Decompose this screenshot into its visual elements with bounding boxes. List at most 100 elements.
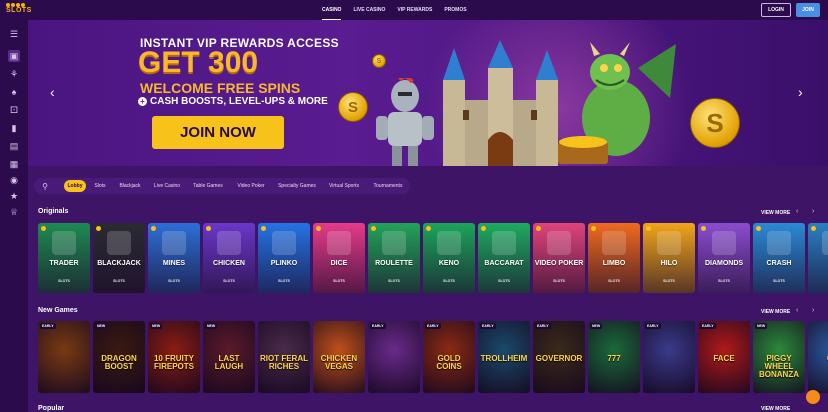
filter-blackjack[interactable]: Blackjack [114,180,146,192]
game-name: CRASH [766,260,792,267]
new-game-tile[interactable]: NEW 10 FRUITY FIREPOTS [148,321,200,393]
crown-icon[interactable]: ♕ [8,206,20,218]
hero-prev-arrow[interactable]: ‹ [50,84,55,100]
new-game-tile[interactable]: EARLY FACE [698,321,750,393]
game-name: DIAMONDS [704,260,744,267]
original-game-tile[interactable]: ROULETTE SLOTS [368,223,420,293]
game-brand: SLOTS [808,279,828,283]
new-game-tile[interactable]: EARLY GOLD COINS [423,321,475,393]
spade-icon[interactable]: ♠ [8,86,20,98]
logo-text: SLOTS [6,7,32,14]
filter-specialty-games[interactable]: Specialty Games [274,180,320,192]
new-game-tile[interactable]: EARLY TROLLHEIM [478,321,530,393]
game-badge: NEW [150,323,163,329]
game-name: MINES [162,260,186,267]
ticket-icon[interactable]: ▤ [8,140,20,152]
game-name: TRADER [49,260,79,267]
menu-icon[interactable]: ☰ [8,28,20,40]
original-game-tile[interactable]: DIAMONDS SLOTS [698,223,750,293]
game-art-icon [767,231,791,255]
original-game-tile[interactable]: KENO SLOTS [423,223,475,293]
game-badge: EARLY [700,323,716,329]
original-game-tile[interactable]: VIDEO POKER SLOTS [533,223,585,293]
site-logo[interactable]: SLOTS [6,3,32,17]
chevron-right-icon[interactable]: › [812,307,814,314]
filter-table-games[interactable]: Table Games [188,180,228,192]
filter-slots[interactable]: Slots [90,180,110,192]
new-game-tile[interactable]: COI [808,321,828,393]
originals-view-more[interactable]: VIEW MORE [761,210,790,216]
filter-video-poker[interactable]: Video Poker [232,180,270,192]
game-badge: EARLY [480,323,496,329]
game-title: CHICKEN VEGAS [320,354,358,371]
original-game-tile[interactable]: TRADER SLOTS [38,223,90,293]
nav-live-casino[interactable]: LIVE CASINO [353,0,385,20]
dice-icon[interactable]: ⚀ [8,104,20,116]
filter-lobby[interactable]: Lobby [64,180,86,192]
coin-icon [756,226,761,231]
hero-subhead: WELCOME FREE SPINS [140,80,301,96]
chat-icon[interactable]: ▣ [8,50,20,62]
hero-banner[interactable]: INSTANT VIP REWARDS ACCESS GET 300 WELCO… [28,20,828,166]
game-art-icon [657,231,681,255]
join-button[interactable]: JOIN [796,3,820,17]
chevron-left-icon[interactable]: ‹ [796,307,798,314]
hero-next-arrow[interactable]: › [798,84,803,100]
popular-view-more[interactable]: VIEW MORE [761,406,790,412]
filter-live-casino[interactable]: Live Casino [150,180,184,192]
coin-icon [151,226,156,231]
filter-tournaments[interactable]: Tournaments [368,180,408,192]
nav-casino[interactable]: CASINO [322,0,342,20]
game-art-icon [272,231,296,255]
star-icon[interactable]: ★ [8,190,20,202]
original-game-tile[interactable]: BACCARAT SLOTS [478,223,530,293]
game-badge: EARLY [40,323,56,329]
new-games-view-more[interactable]: VIEW MORE [761,309,790,315]
original-game-tile[interactable]: BLACKJACK SLOTS [93,223,145,293]
new-game-tile[interactable]: EARLY [643,321,695,393]
nav-vip-rewards[interactable]: VIP REWARDS [397,0,432,20]
original-game-tile[interactable]: DICE SLOTS [313,223,365,293]
nav-promos[interactable]: PROMOS [444,0,466,20]
new-game-tile[interactable]: CHICKEN VEGAS [313,321,365,393]
new-game-tile[interactable]: NEW LAST LAUGH [203,321,255,393]
card-icon[interactable]: ▮ [8,122,20,134]
new-game-tile[interactable]: NEW 777 [588,321,640,393]
tree-icon[interactable]: ⚘ [8,68,20,80]
game-badge: NEW [755,323,768,329]
coin-icon [536,226,541,231]
hero-perks: + CASH BOOSTS, LEVEL-UPS & MORE [138,96,328,107]
original-game-tile[interactable]: LIMBO SLOTS [588,223,640,293]
coin-icon: S [338,92,368,122]
join-now-button[interactable]: JOIN NOW [152,116,284,149]
filter-virtual-sports[interactable]: Virtual Sports [324,180,364,192]
chat-bubble-icon[interactable] [806,390,820,404]
new-game-tile[interactable]: EARLY [368,321,420,393]
chevron-left-icon[interactable]: ‹ [796,208,798,215]
login-button[interactable]: LOGIN [761,3,791,17]
new-game-tile[interactable]: NEW PIGGY WHEEL BONANZA [753,321,805,393]
game-title: 777 [607,354,621,363]
new-game-tile[interactable]: EARLY GOVERNOR [533,321,585,393]
dragon-illustration [558,42,676,164]
game-brand: SLOTS [113,279,125,283]
original-game-tile[interactable]: CHICKEN SLOTS [203,223,255,293]
new-game-tile[interactable]: EARLY [38,321,90,393]
grid-icon[interactable]: ▦ [8,158,20,170]
new-game-tile[interactable]: NEW DRAGON BOOST [93,321,145,393]
globe-icon[interactable]: ◉ [8,174,20,186]
game-name: PLINKO [270,260,298,267]
game-art-icon [382,231,406,255]
game-art-icon [162,231,186,255]
original-game-tile[interactable]: HILO SLOTS [643,223,695,293]
original-game-tile[interactable]: CRASH SLOTS [753,223,805,293]
original-game-tile[interactable]: MINES SLOTS [148,223,200,293]
hero-offer: GET 300 [138,46,259,79]
search-icon[interactable]: ⚲ [40,181,50,191]
original-game-tile[interactable]: WH SLOTS [808,223,828,293]
original-game-tile[interactable]: PLINKO SLOTS [258,223,310,293]
new-game-tile[interactable]: RIOT FERAL RICHES [258,321,310,393]
chevron-right-icon[interactable]: › [812,208,814,215]
coin-icon [261,226,266,231]
game-name: KENO [438,260,460,267]
